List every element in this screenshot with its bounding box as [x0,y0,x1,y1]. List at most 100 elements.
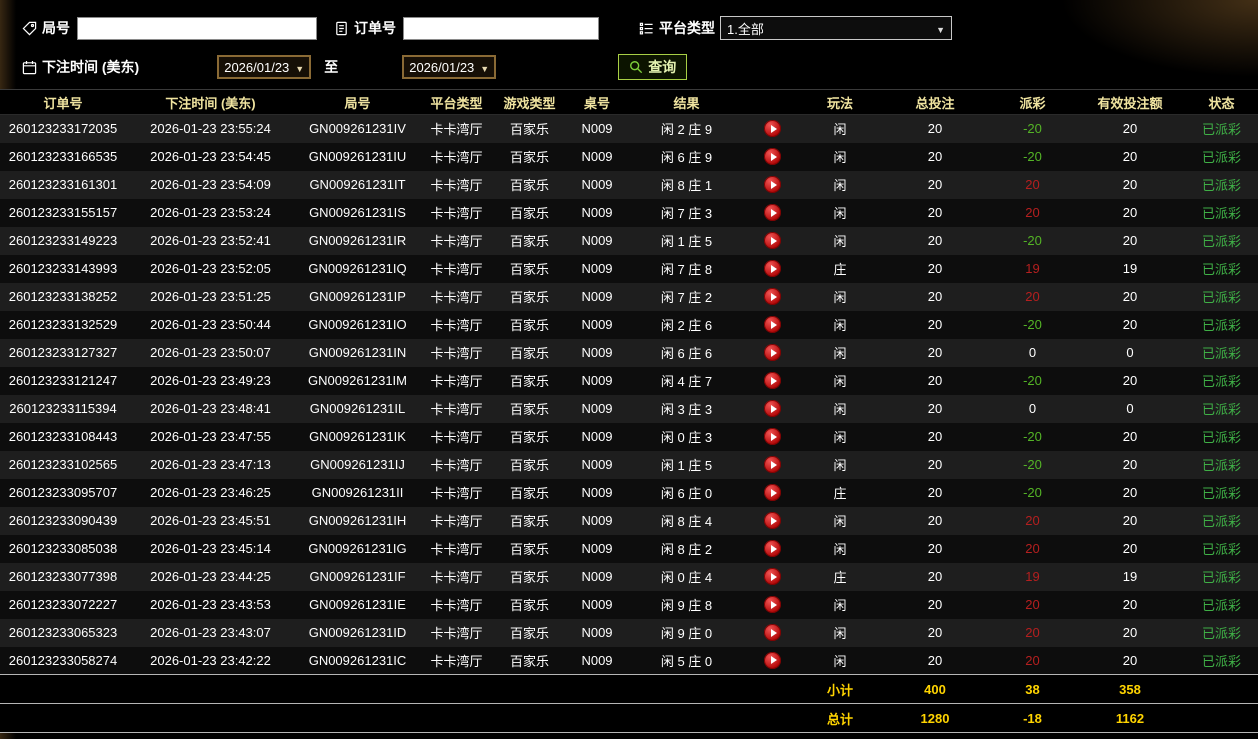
cell-valid-bet: 20 [1122,177,1138,192]
cell-payout: -20 [1023,485,1042,500]
date-to-value: 2026/01/23 [409,59,475,75]
cell-status: 已派彩 [1201,290,1241,305]
table-row: 260123233121247 2026-01-23 23:49:23 GN00… [0,366,1258,395]
replay-button[interactable] [764,372,781,390]
cell-round-id: GN009261231IE [309,597,406,612]
column-header-2: 局号 [295,89,420,115]
cell-game-type: 百家乐 [509,346,549,361]
cell-platform: 卡卡湾厅 [430,262,483,277]
cell-valid-bet: 20 [1122,652,1138,668]
replay-button[interactable] [764,651,781,669]
query-button-label: 查询 [648,59,677,75]
replay-button[interactable] [764,148,781,166]
cell-play-method: 闲 [833,653,847,669]
grand-total-payout: -18 [990,703,1075,733]
cell-status: 已派彩 [1201,626,1241,641]
cell-payout: -20 [1023,233,1042,248]
replay-button[interactable] [764,428,781,446]
cell-bet-time: 2026-01-23 23:53:24 [150,205,271,220]
cell-replay [745,311,800,339]
replay-button[interactable] [764,456,781,474]
table-row: 260123233161301 2026-01-23 23:54:09 GN00… [0,170,1258,199]
cell-result: 闲 8 庄 1 [660,178,713,193]
round-no-input[interactable] [77,16,317,40]
replay-button[interactable] [764,260,781,278]
table-row: 260123233149223 2026-01-23 23:52:41 GN00… [0,226,1258,255]
replay-button[interactable] [764,316,781,334]
cell-table-no: N009 [581,373,613,388]
platform-type-select[interactable]: 1.全部 [720,16,952,40]
play-icon [770,208,777,217]
cell-total-bet: 20 [927,625,943,640]
query-button[interactable]: 查询 [618,54,688,80]
table-row: 260123233090439 2026-01-23 23:45:51 GN00… [0,506,1258,535]
table-row: 260123233102565 2026-01-23 23:47:13 GN00… [0,450,1258,479]
cell-bet-time: 2026-01-23 23:55:24 [150,121,271,137]
table-header-row: 订单号 下注时间 (美东) 局号 平台类型 游戏类型 桌号 结果 玩法 总投注 派彩 有效投注额 状态 [0,89,1258,115]
cell-replay [745,591,800,619]
cell-round-id: GN009261231IH [308,513,407,528]
cell-game-type: 百家乐 [509,653,549,669]
cell-payout: 20 [1025,652,1040,668]
cell-total-bet: 20 [927,205,943,220]
cell-replay [745,171,800,199]
cell-valid-bet: 0 [1126,345,1134,360]
cell-replay [745,227,800,255]
cell-replay [745,423,800,451]
cell-round-id: GN009261231IL [309,401,406,416]
cell-bet-time: 2026-01-23 23:51:25 [150,289,271,304]
replay-button[interactable] [764,344,781,362]
cell-payout: -20 [1023,373,1042,388]
replay-button[interactable] [764,232,781,250]
footer-spacer [0,703,800,733]
cell-bet-time: 2026-01-23 23:43:53 [150,597,271,612]
cell-play-method: 闲 [833,430,847,445]
replay-button[interactable] [764,176,781,194]
cell-valid-bet: 20 [1122,541,1138,556]
cell-round-id: GN009261231II [311,485,404,500]
cell-round-id: GN009261231IT [309,177,406,192]
cell-valid-bet: 20 [1122,121,1138,137]
date-from-picker[interactable]: 2026/01/23 [217,55,312,79]
cell-platform: 卡卡湾厅 [430,542,483,557]
replay-button[interactable] [764,288,781,306]
cell-bet-time: 2026-01-23 23:44:25 [150,569,271,584]
cell-game-type: 百家乐 [509,402,549,417]
list-icon [639,21,654,36]
filter-row-2: 下注时间 (美东) 2026/01/23 至 2026/01/23 查询 [22,53,1258,81]
column-header-9: 总投注 [880,89,990,115]
cell-payout: 20 [1025,597,1040,612]
chevron-down-icon [936,21,945,36]
cell-round-id: GN009261231IS [309,205,406,220]
replay-button[interactable] [764,596,781,614]
cell-table-no: N009 [581,149,613,164]
replay-button[interactable] [764,540,781,558]
replay-button[interactable] [764,512,781,530]
cell-order-id: 260123233085038 [8,541,118,556]
replay-button[interactable] [764,484,781,502]
replay-button[interactable] [764,624,781,642]
cell-valid-bet: 20 [1122,513,1138,528]
cell-game-type: 百家乐 [509,514,549,529]
cell-bet-time: 2026-01-23 23:49:23 [150,373,271,388]
grand-total-total-bet: 1280 [880,703,990,733]
cell-table-no: N009 [581,205,613,220]
cell-table-no: N009 [581,625,613,640]
bet-time-label-group: 下注时间 (美东) [22,57,139,77]
cell-table-no: N009 [581,177,613,192]
replay-button[interactable] [764,400,781,418]
order-no-input[interactable] [403,16,599,40]
cell-result: 闲 6 庄 0 [660,486,713,501]
replay-button[interactable] [764,120,781,138]
cell-table-no: N009 [581,457,613,472]
cell-payout: 20 [1025,205,1040,220]
date-to-picker[interactable]: 2026/01/23 [402,55,497,79]
replay-button[interactable] [764,568,781,586]
cell-play-method: 闲 [833,122,847,138]
cell-bet-time: 2026-01-23 23:42:22 [150,652,271,668]
cell-payout: 19 [1025,569,1040,584]
cell-valid-bet: 20 [1122,317,1138,332]
replay-button[interactable] [764,204,781,222]
cell-status: 已派彩 [1201,514,1241,529]
cell-status: 已派彩 [1201,234,1241,249]
